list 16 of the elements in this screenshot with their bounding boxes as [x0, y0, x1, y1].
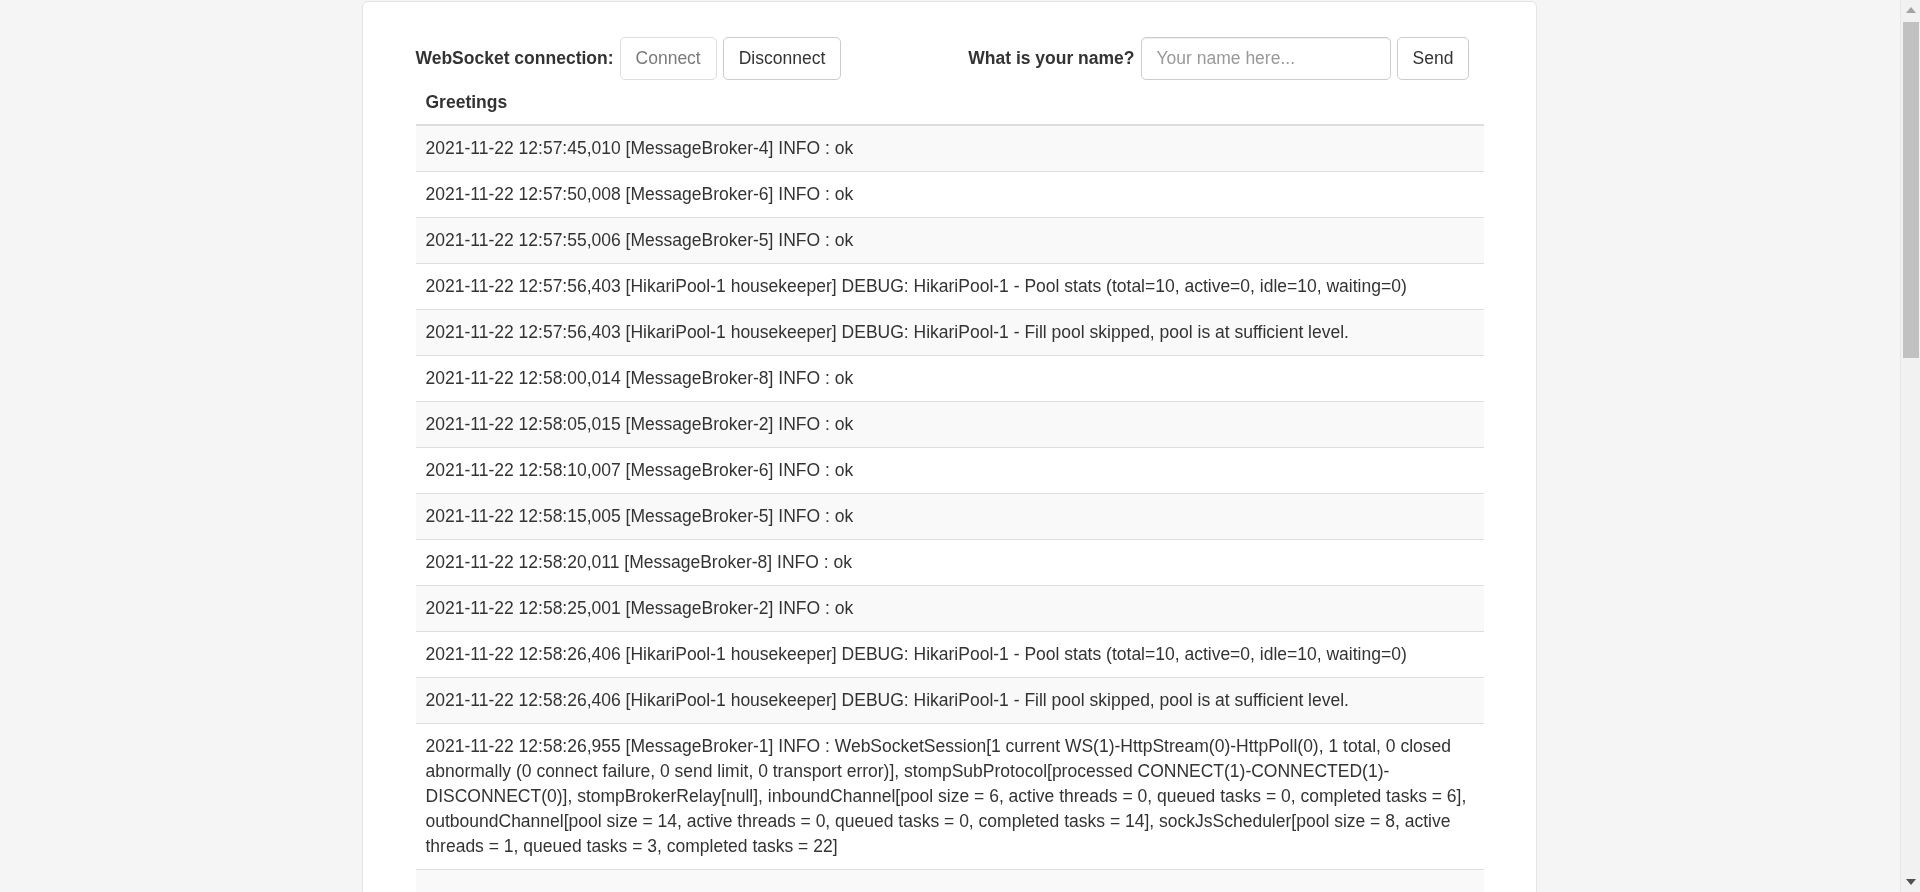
up-arrow-icon[interactable] — [1905, 7, 1916, 13]
log-row: 2021-11-22 12:58:05,015 [MessageBroker-2] INFO : ok — [415, 401, 1484, 448]
connection-label: WebSocket connection: — [415, 46, 614, 70]
name-input-field[interactable]: Your name here... — [1140, 37, 1391, 80]
log-row: 2021-11-22 12:58:25,001 [MessageBroker-2] INFO : ok — [415, 585, 1484, 632]
down-arrow-icon[interactable] — [1905, 879, 1916, 885]
log-row: 2021-11-22 12:57:56,403 [HikariPool-1 housekeeper] DEBUG: HikariPool-1 - Fill pool skipped, pool is at sufficient level. — [415, 309, 1484, 356]
scrollbar-thumb[interactable] — [1902, 22, 1919, 358]
name-label: What is your name? — [968, 46, 1135, 70]
log-row: 2021-11-22 12:57:55,006 [MessageBroker-5] INFO : ok — [415, 217, 1484, 264]
send-button[interactable]: Send — [1396, 37, 1470, 80]
disconnect-button[interactable]: Disconnect — [722, 37, 842, 80]
log-row: 2021-11-22 12:58:15,005 [MessageBroker-5] INFO : ok — [415, 493, 1484, 540]
log-row: 2021-11-22 12:57:45,010 [MessageBroker-4] INFO : ok — [415, 126, 1484, 172]
log-row: 2021-11-22 12:58:26,406 [HikariPool-1 housekeeper] DEBUG: HikariPool-1 - Fill pool skipped, pool is at sufficient level. — [415, 677, 1484, 724]
scrollbar[interactable] — [1900, 0, 1920, 892]
